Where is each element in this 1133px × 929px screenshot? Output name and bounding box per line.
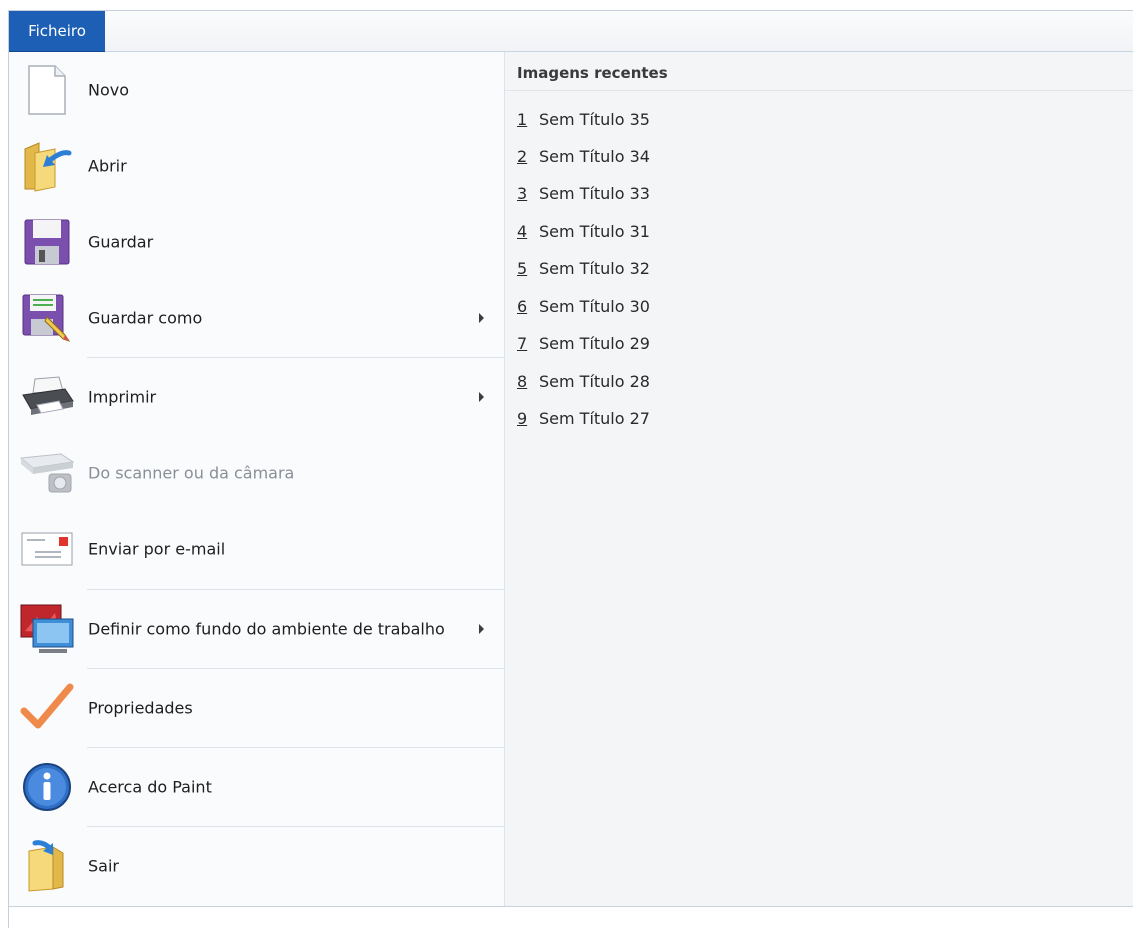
- separator: [87, 589, 504, 590]
- menu-item-label: Sair: [88, 856, 119, 876]
- checkmark-icon: [19, 680, 75, 736]
- menu-item-definir-fundo[interactable]: Definir como fundo do ambiente de trabal…: [9, 591, 504, 667]
- menu-item-guardar-como[interactable]: Guardar como: [9, 280, 504, 356]
- recent-item[interactable]: 2 Sem Título 34: [517, 143, 650, 169]
- recent-item-name: Sem Título 35: [539, 109, 650, 129]
- recent-item-number: 4: [517, 221, 528, 241]
- recent-item-name: Sem Título 31: [539, 221, 650, 241]
- recent-item-number: 5: [517, 258, 528, 278]
- recent-item[interactable]: 7 Sem Título 29: [517, 330, 650, 356]
- menu-item-novo[interactable]: Novo: [9, 52, 504, 128]
- desktop-background-icon: [19, 601, 75, 657]
- save-disk-icon: [19, 214, 75, 270]
- menu-item-label: Novo: [88, 80, 130, 100]
- menu-item-label: Guardar como: [88, 308, 203, 328]
- menu-item-sair[interactable]: Sair: [9, 828, 504, 904]
- menu-item-enviar-email[interactable]: Enviar por e-mail: [9, 511, 504, 587]
- submenu-arrow-icon: [479, 392, 484, 402]
- recent-item-number: 2: [517, 146, 528, 166]
- scanner-camera-icon: [19, 445, 75, 501]
- recent-item[interactable]: 3 Sem Título 33: [517, 180, 650, 206]
- ribbon-tab-strip: Ficheiro: [9, 11, 1133, 52]
- exit-icon: [19, 838, 75, 894]
- new-document-icon: [19, 62, 75, 118]
- menu-item-acerca[interactable]: Acerca do Paint: [9, 749, 504, 825]
- recent-item-number: 9: [517, 408, 528, 428]
- menu-item-scanner[interactable]: Do scanner ou da câmara: [9, 435, 504, 511]
- menu-item-guardar[interactable]: Guardar: [9, 204, 504, 280]
- menu-item-propriedades[interactable]: Propriedades: [9, 670, 504, 746]
- separator: [87, 357, 504, 358]
- menu-item-label: Definir como fundo do ambiente de trabal…: [88, 619, 445, 639]
- recent-item-name: Sem Título 30: [539, 296, 650, 316]
- menu-item-imprimir[interactable]: Imprimir: [9, 359, 504, 435]
- separator: [87, 668, 504, 669]
- menu-item-label: Acerca do Paint: [88, 777, 212, 797]
- recent-item-number: 6: [517, 296, 528, 316]
- recent-item[interactable]: 8 Sem Título 28: [517, 368, 650, 394]
- recent-item-name: Sem Título 33: [539, 183, 650, 203]
- submenu-arrow-icon: [479, 624, 484, 634]
- submenu-arrow-icon: [479, 313, 484, 323]
- recent-item-name: Sem Título 34: [539, 146, 650, 166]
- menu-bottom-bar: [9, 906, 1133, 929]
- open-folder-icon: [19, 138, 75, 194]
- recent-item-number: 1: [517, 109, 528, 129]
- menu-item-label: Imprimir: [88, 387, 157, 407]
- separator: [505, 90, 1133, 91]
- recent-item[interactable]: 6 Sem Título 30: [517, 293, 650, 319]
- save-as-icon: [19, 290, 75, 346]
- file-menu-commands: Novo Abrir Guardar Guardar como Imprimir…: [9, 52, 504, 906]
- recent-item-name: Sem Título 32: [539, 258, 650, 278]
- tab-ficheiro[interactable]: Ficheiro: [9, 11, 105, 52]
- recent-images-panel: Imagens recentes 1 Sem Título 35 2 Sem T…: [504, 52, 1133, 906]
- recent-item-number: 7: [517, 333, 528, 353]
- recent-item-number: 3: [517, 183, 528, 203]
- info-icon: [19, 759, 75, 815]
- menu-item-label: Abrir: [88, 156, 127, 176]
- recent-item[interactable]: 1 Sem Título 35: [517, 106, 650, 132]
- separator: [87, 826, 504, 827]
- recent-item-name: Sem Título 29: [539, 333, 650, 353]
- menu-item-abrir[interactable]: Abrir: [9, 128, 504, 204]
- recent-item[interactable]: 4 Sem Título 31: [517, 218, 650, 244]
- recent-item-name: Sem Título 28: [539, 371, 650, 391]
- menu-item-label: Enviar por e-mail: [88, 539, 226, 559]
- recent-images-title: Imagens recentes: [517, 64, 668, 82]
- menu-item-label: Do scanner ou da câmara: [88, 463, 295, 483]
- printer-icon: [19, 369, 75, 425]
- recent-item-number: 8: [517, 371, 528, 391]
- menu-item-label: Guardar: [88, 232, 154, 252]
- email-envelope-icon: [19, 521, 75, 577]
- recent-item-name: Sem Título 27: [539, 408, 650, 428]
- file-menu-window: Ficheiro Novo Abrir Guardar Guardar como…: [8, 10, 1133, 929]
- recent-item[interactable]: 5 Sem Título 32: [517, 255, 650, 281]
- separator: [87, 747, 504, 748]
- menu-item-label: Propriedades: [88, 698, 193, 718]
- recent-item[interactable]: 9 Sem Título 27: [517, 405, 650, 431]
